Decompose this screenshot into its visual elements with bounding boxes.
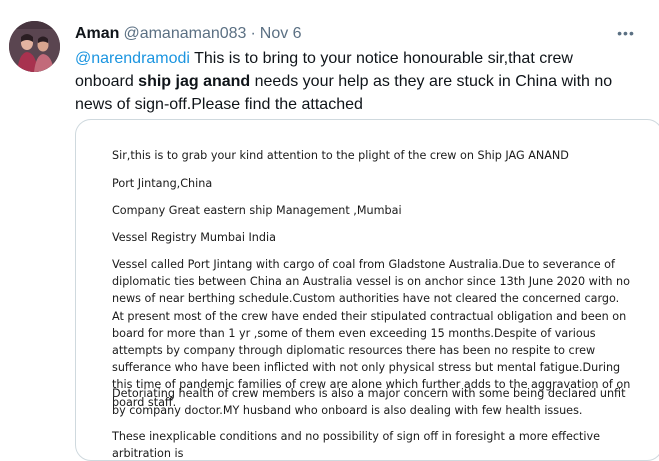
tweet[interactable]: Aman @amanaman083 · Nov 6 ••• @narendram… bbox=[0, 0, 659, 461]
letter-closing: These inexplicable conditions and no pos… bbox=[112, 430, 601, 461]
tweet-date[interactable]: Nov 6 bbox=[260, 24, 302, 44]
mention-link[interactable]: @narendramodi bbox=[75, 50, 190, 67]
attached-image[interactable]: Sir,this is to grab your kind attention … bbox=[75, 119, 659, 461]
letter-port: Port Jintang,China bbox=[112, 177, 213, 190]
letter-health: Detoriating health of crew members is al… bbox=[112, 387, 626, 418]
letter-greeting: Sir,this is to grab your kind attention … bbox=[112, 149, 569, 162]
tweet-header: Aman @amanaman083 · Nov 6 bbox=[75, 24, 302, 44]
author-name[interactable]: Aman bbox=[75, 24, 119, 44]
author-handle[interactable]: @amanaman083 bbox=[123, 24, 246, 44]
more-horizontal-icon[interactable]: ••• bbox=[617, 25, 635, 41]
separator-dot: · bbox=[250, 25, 256, 42]
letter-company: Company Great eastern ship Management ,M… bbox=[112, 204, 402, 217]
tweet-text: @narendramodi This is to bring to your n… bbox=[75, 47, 635, 116]
more-dots: ••• bbox=[617, 25, 635, 41]
tweet-text-bold: ship jag anand bbox=[138, 73, 251, 90]
letter-registry: Vessel Registry Mumbai India bbox=[112, 231, 276, 244]
avatar[interactable] bbox=[9, 21, 60, 72]
